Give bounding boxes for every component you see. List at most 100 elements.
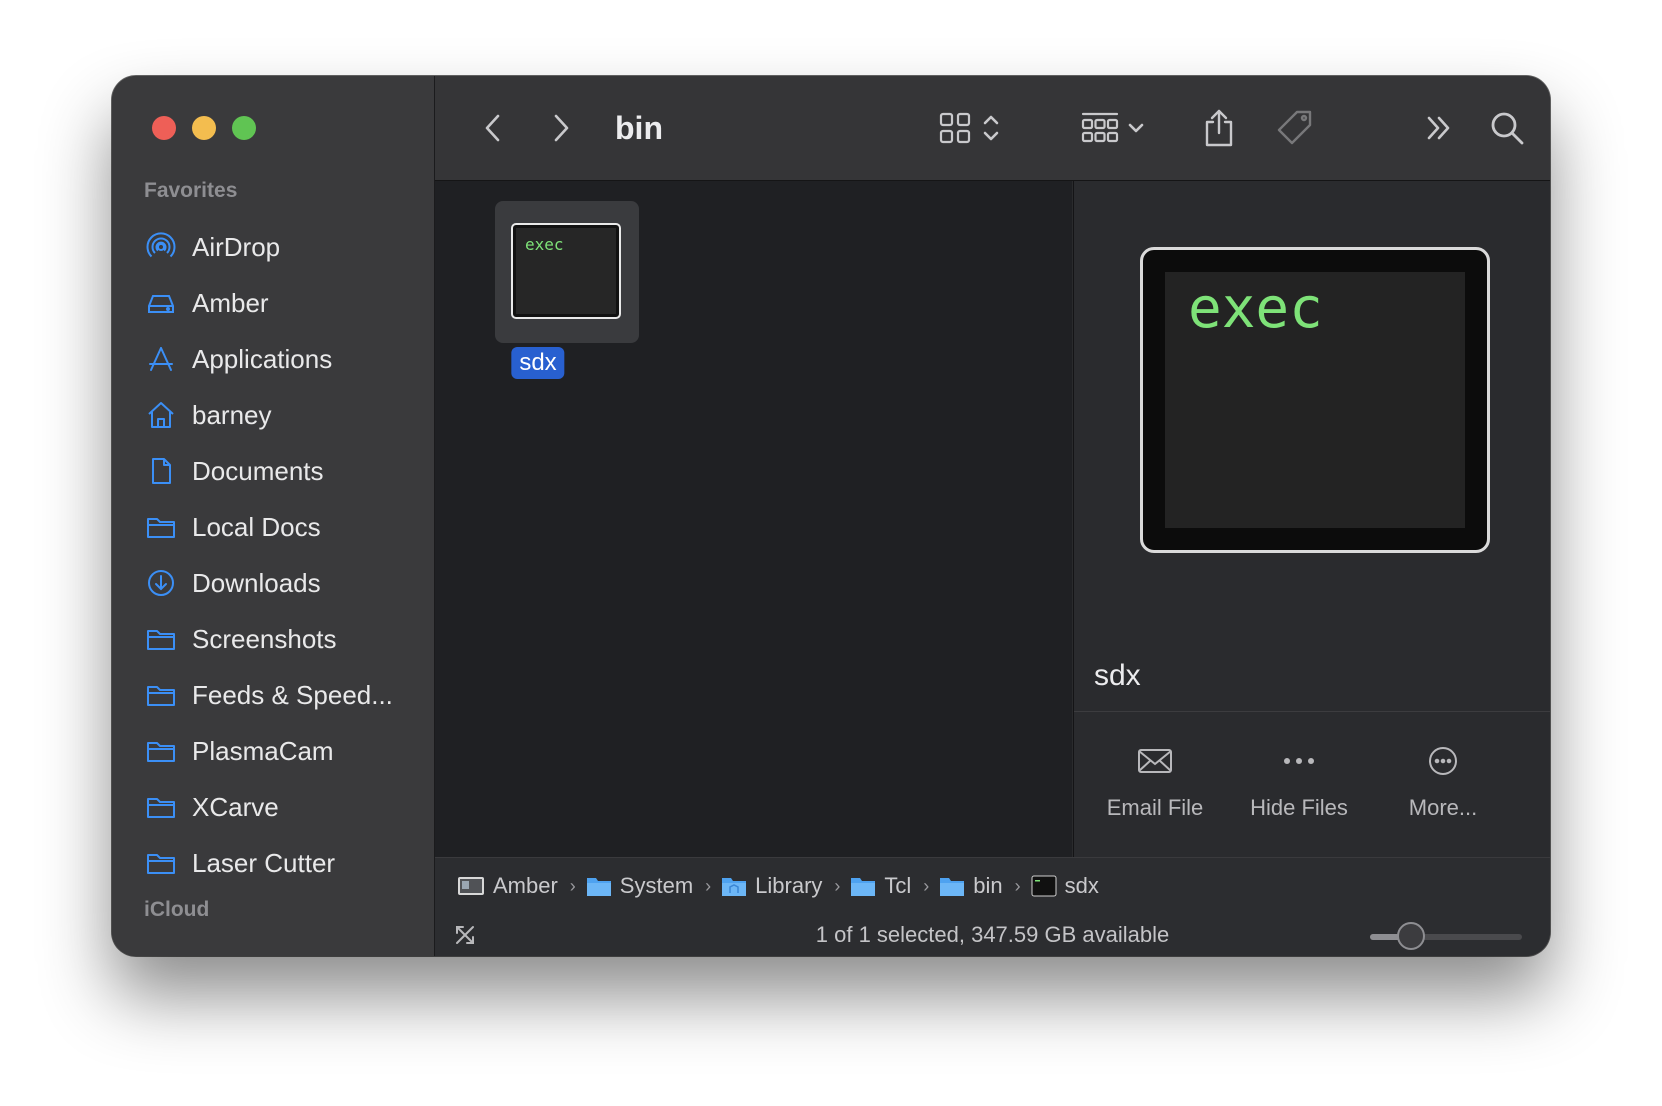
chevron-right-icon: ›	[569, 875, 576, 896]
favorites-section-title: Favorites	[144, 179, 238, 202]
back-button[interactable]	[475, 106, 511, 150]
sidebar-item-airdrop[interactable]: AirDrop	[144, 219, 434, 275]
icon-size-slider[interactable]	[1370, 922, 1522, 950]
executable-file-icon: exec	[511, 223, 621, 319]
icon-text: exec	[525, 235, 564, 254]
sidebar-item-label: Local Docs	[192, 511, 321, 542]
search-icon	[1491, 112, 1524, 145]
forward-button[interactable]	[543, 106, 579, 150]
chevron-up-down-icon	[983, 115, 999, 141]
toolbar: bin	[435, 76, 1550, 181]
chevron-right-icon: ›	[705, 875, 712, 896]
drive-thumbnail-icon	[458, 877, 484, 895]
sidebar-item-label: Downloads	[192, 567, 321, 598]
sidebar-item-label: Amber	[192, 287, 269, 318]
sidebar-item-label: Laser Cutter	[192, 847, 336, 878]
breadcrumb-library[interactable]: Library ›	[721, 873, 850, 899]
status-bar: 1 of 1 selected, 347.59 GB available	[435, 914, 1550, 956]
sidebar-item-label: PlasmaCam	[192, 735, 334, 766]
group-icon	[1081, 112, 1119, 143]
chevron-down-icon	[1128, 123, 1144, 133]
folder-icon	[144, 790, 178, 824]
share-icon	[1205, 109, 1233, 147]
sidebar-item-feeds-speeds[interactable]: Feeds & Speed...	[144, 667, 434, 723]
folder-icon	[144, 678, 178, 712]
view-mode-button[interactable]	[929, 106, 1011, 150]
downloads-icon	[144, 566, 178, 600]
sidebar-item-label: Screenshots	[192, 623, 337, 654]
sidebar-item-documents[interactable]: Documents	[144, 443, 434, 499]
close-button[interactable]	[152, 116, 176, 140]
breadcrumb-label: Tcl	[884, 873, 912, 898]
chevron-left-icon	[485, 114, 500, 142]
window-title: bin	[615, 110, 663, 146]
breadcrumb-system[interactable]: System ›	[586, 873, 721, 899]
sidebar-item-label: Feeds & Speed...	[192, 679, 393, 710]
action-label: Hide Files	[1250, 795, 1348, 820]
sidebar-item-applications[interactable]: Applications	[144, 331, 434, 387]
breadcrumb-sdx[interactable]: sdx	[1031, 873, 1099, 899]
preview-pane: exec sdx Email File Hide Files More...	[1073, 181, 1550, 857]
breadcrumb-bin[interactable]: bin ›	[939, 873, 1030, 899]
breadcrumb-label: Library	[755, 873, 823, 898]
folder-icon	[851, 878, 876, 896]
group-by-button[interactable]	[1075, 106, 1151, 150]
ellipsis-icon	[1284, 758, 1314, 764]
more-actions-button[interactable]: More...	[1368, 741, 1518, 821]
sidebar-item-amber[interactable]: Amber	[144, 275, 434, 331]
chevron-right-icon: ›	[834, 875, 841, 896]
sidebar-item-xcarve[interactable]: XCarve	[144, 779, 434, 835]
more-toolbar-button[interactable]	[1421, 106, 1457, 150]
tag-icon	[1277, 110, 1312, 145]
preview-executable-icon: exec	[1140, 247, 1490, 553]
search-button[interactable]	[1485, 106, 1529, 150]
sidebar-item-screenshots[interactable]: Screenshots	[144, 611, 434, 667]
hide-files-button[interactable]: Hide Files	[1224, 741, 1374, 821]
sidebar-item-label: barney	[192, 399, 272, 430]
slider-knob[interactable]	[1397, 922, 1426, 950]
sidebar-item-label: XCarve	[192, 791, 279, 822]
email-file-button[interactable]: Email File	[1080, 741, 1230, 821]
path-bar: Amber › System › Library › Tcl › bin › s…	[435, 857, 1550, 915]
chevron-right-icon: ›	[923, 875, 930, 896]
library-folder-icon	[722, 878, 747, 896]
sidebar-item-local-docs[interactable]: Local Docs	[144, 499, 434, 555]
favorites-list: AirDrop Amber Applications barney Docume…	[144, 219, 434, 891]
share-button[interactable]	[1199, 106, 1239, 150]
grid-view-icon	[939, 112, 971, 144]
sidebar-item-barney[interactable]: barney	[144, 387, 434, 443]
envelope-icon	[1138, 749, 1172, 773]
breadcrumb-amber[interactable]: Amber ›	[457, 873, 586, 899]
sidebar-item-label: Applications	[192, 343, 333, 374]
file-browser-area[interactable]: exec sdx	[435, 181, 1072, 857]
traffic-lights	[152, 116, 256, 140]
icloud-section-title: iCloud	[144, 898, 210, 921]
more-circle-icon	[1429, 747, 1457, 775]
file-name-label[interactable]: sdx	[511, 347, 565, 379]
document-icon	[144, 454, 178, 488]
executable-file-icon	[1031, 875, 1057, 897]
preview-file-name: sdx	[1094, 659, 1141, 692]
sidebar-item-label: AirDrop	[192, 231, 281, 262]
divider	[1074, 711, 1550, 712]
breadcrumb-label: bin	[973, 873, 1003, 898]
breadcrumb-tcl[interactable]: Tcl ›	[850, 873, 939, 899]
folder-icon	[586, 878, 611, 896]
action-label: More...	[1408, 795, 1478, 820]
airdrop-icon	[144, 230, 178, 264]
applications-icon	[144, 342, 178, 376]
breadcrumb-label: sdx	[1064, 873, 1099, 898]
sidebar-item-plasmacam[interactable]: PlasmaCam	[144, 723, 434, 779]
drive-icon	[144, 286, 178, 320]
sidebar: Favorites AirDrop Amber Applications bar…	[112, 76, 435, 956]
breadcrumb-label: System	[619, 873, 694, 898]
zoom-button[interactable]	[232, 116, 256, 140]
sidebar-item-downloads[interactable]: Downloads	[144, 555, 434, 611]
minimize-button[interactable]	[192, 116, 216, 140]
tags-button[interactable]	[1273, 106, 1317, 150]
chevron-right-icon: ›	[1014, 875, 1021, 896]
sidebar-item-laser-cutter[interactable]: Laser Cutter	[144, 835, 434, 891]
finder-window: Favorites AirDrop Amber Applications bar…	[112, 76, 1550, 956]
file-item-sdx[interactable]: exec	[495, 201, 639, 343]
quick-actions: Email File Hide Files More...	[1074, 741, 1550, 841]
